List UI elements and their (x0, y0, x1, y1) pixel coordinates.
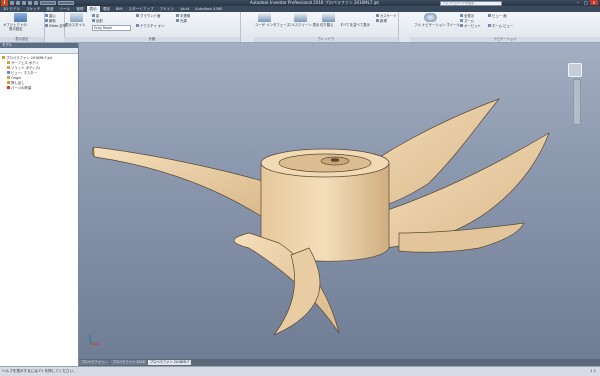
browser-tree: プロペラファン 2016ML7.ipt サーフェス ボディ ソリッド ボディ(1) ビ… (0, 54, 78, 91)
translucent-button[interactable]: 半透明 (176, 14, 190, 18)
new-window-label: 新規 (380, 19, 387, 23)
view-icon (7, 71, 10, 75)
browser-node-label: ソリッド ボディ(1) (11, 66, 41, 70)
zoom-button[interactable]: ズーム (460, 19, 474, 23)
visibility-settings-label[interactable]: 表示設定 (9, 27, 23, 31)
ribbon-group-window: ユーザ インタフェース フルスクリーン 表示 切り替え すべてを並べて表示 カス… (254, 12, 399, 42)
ribbon-group-appearance: 表示スタイル 影 反射 Gray Room グラウンド面 テクスチャ オン 半透… (64, 12, 241, 42)
group-title-window: ウィンドウ (254, 37, 398, 42)
group-title-navigation: ナビゲーション (410, 37, 600, 42)
ribbon-group-analysis: 重心 解析 iMate 記号 (44, 12, 66, 42)
zoom-label: ズーム (464, 19, 475, 23)
user-interface-icon[interactable] (258, 13, 271, 22)
viewcube[interactable] (568, 63, 582, 77)
zoom-all-button[interactable]: 全表示 (460, 14, 474, 18)
document-tab[interactable]: プロペラファン... (79, 360, 110, 365)
reflection-label: 反射 (96, 19, 103, 23)
visual-style-label[interactable]: 表示スタイル (65, 23, 85, 27)
redo-icon[interactable] (34, 1, 38, 5)
analysis-button[interactable]: 解析 (45, 19, 56, 23)
tile-all-label[interactable]: すべてを並べて表示 (340, 23, 370, 27)
new-icon[interactable] (10, 1, 14, 5)
folder-icon (7, 66, 10, 70)
user-interface-label[interactable]: ユーザ インタフェース (255, 23, 290, 27)
cog-label: 重心 (49, 14, 56, 18)
navigation-bar[interactable] (573, 79, 581, 125)
cascade-label: カスケード (380, 14, 397, 18)
ground-plane-button[interactable]: グラウンド面 (136, 14, 160, 18)
reflection-button[interactable]: 反射 (92, 19, 103, 23)
group-title-visibility: 表示設定 (0, 37, 44, 42)
hub-bore (330, 158, 340, 162)
save-icon[interactable] (22, 1, 26, 5)
graphics-viewport[interactable] (79, 43, 600, 359)
maximize-button[interactable]: □ (582, 0, 590, 5)
lighting-button[interactable]: 光源 (176, 19, 187, 23)
lighting-label: 光源 (180, 19, 187, 23)
model-browser: モデル プロペラファン 2016ML7.ipt サーフェス ボディ ソリッド ボディ… (0, 43, 79, 366)
translucent-label: 半透明 (180, 14, 191, 18)
folder-icon (7, 61, 10, 65)
document-tab[interactable]: プロペラファン 2016ML7 (147, 360, 192, 365)
browser-node-label: パーツの終端 (11, 86, 32, 90)
open-icon[interactable] (16, 1, 20, 5)
end-of-part-icon (7, 86, 10, 90)
steering-wheel-icon[interactable] (424, 13, 437, 22)
group-title-appearance: 外観 (64, 37, 240, 42)
switch-window-label[interactable]: 切り替え (320, 23, 334, 27)
look-at-button[interactable]: ビュー 面 (488, 14, 507, 18)
undo-icon[interactable] (28, 1, 32, 5)
object-visibility-icon[interactable] (14, 13, 27, 22)
zoom-all-label: 全表示 (464, 14, 475, 18)
browser-node-label: プロペラファン 2016ML7.ipt (6, 56, 52, 60)
look-at-label: ビュー 面 (492, 14, 507, 18)
ribbon-group-navigation: フル ナビゲーション ホイール 全表示 ズーム オービット ビュー 面 ホーム … (410, 12, 600, 42)
browser-node-label: サーフェス ボディ (11, 61, 39, 65)
steering-wheel-label[interactable]: フル ナビゲーション ホイール (414, 23, 460, 27)
blade-left (91, 146, 270, 219)
browser-node-label: ビュー: マスター (11, 71, 37, 75)
part-icon (2, 56, 5, 60)
browser-node-label: 押し出し (11, 81, 25, 85)
axis-triad (89, 335, 99, 345)
browser-node-label: Origin (11, 76, 22, 80)
document-tabs: プロペラファン... プロペラファン 2016 プロペラファン 2016ML7 (79, 359, 600, 366)
material-dropdown[interactable] (40, 1, 56, 5)
analysis-label: 解析 (49, 19, 56, 23)
propeller-model (91, 98, 550, 336)
textures-on-button[interactable]: テクスチャ オン (136, 24, 165, 28)
ribbon: オブジェクトの 表示設定 表示設定 重心 解析 iMate 記号 表示スタイル … (0, 12, 600, 43)
new-window-button[interactable]: 新規 (376, 19, 387, 23)
textures-label: テクスチャ オン (140, 24, 165, 28)
orbit-label: オービット (464, 24, 481, 28)
home-view-button[interactable]: ホーム ビュー (488, 24, 513, 28)
extrude-icon (7, 81, 10, 85)
cascade-button[interactable]: カスケード (376, 14, 397, 18)
orbit-button[interactable]: オービット (460, 24, 481, 28)
minimize-button[interactable]: – (574, 0, 582, 5)
close-button[interactable]: × (590, 0, 598, 5)
fullscreen-icon[interactable] (294, 13, 307, 22)
ribbon-group-visibility: オブジェクトの 表示設定 表示設定 (0, 12, 45, 42)
quick-access-toolbar (10, 1, 74, 5)
appearance-dropdown[interactable] (58, 1, 74, 5)
visual-style-icon[interactable] (70, 13, 83, 22)
home-view-label: ホーム ビュー (492, 24, 514, 28)
document-tab[interactable]: プロペラファン 2016 (110, 360, 147, 365)
ground-plane-label: グラウンド面 (140, 14, 161, 18)
appearance-combo[interactable]: Gray Room (92, 25, 131, 31)
shadows-button[interactable]: 影 (92, 14, 99, 18)
browser-node[interactable]: パーツの終端 (2, 86, 78, 91)
switch-window-icon[interactable] (322, 13, 335, 22)
center-of-gravity-button[interactable]: 重心 (45, 14, 56, 18)
folder-icon (7, 76, 10, 80)
shadows-label: 影 (96, 14, 100, 18)
fullscreen-label[interactable]: フルスクリーン 表示 (288, 23, 319, 27)
